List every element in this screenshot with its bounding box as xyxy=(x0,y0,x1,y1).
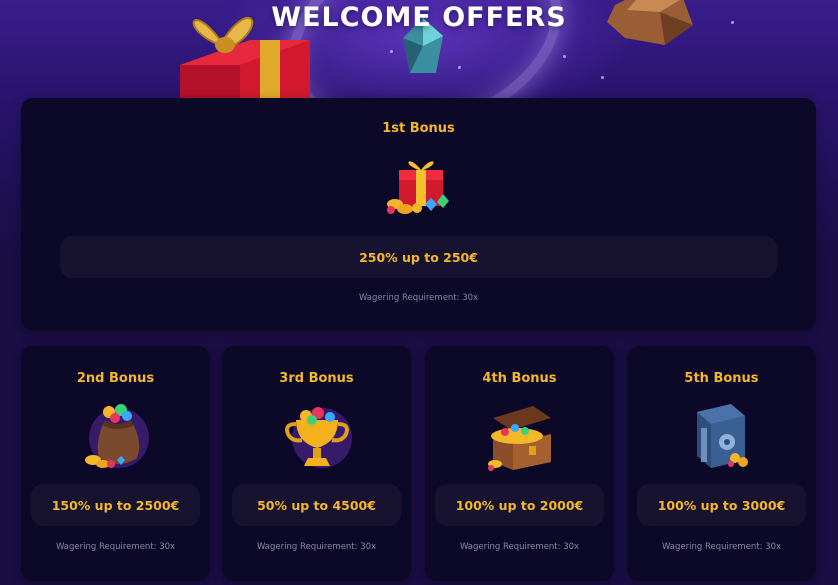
wagering-requirement: Wagering Requirement: 30x xyxy=(256,542,377,552)
safe-icon xyxy=(697,404,748,468)
bonus-card-2: 2nd Bonus 150% up to 2500€ Wagering Requ… xyxy=(21,346,210,581)
bonus-card-5: 5th Bonus 100% up to 3000€ Wagering Requ… xyxy=(627,346,816,581)
bonus-offer: 50% up to 4500€ xyxy=(232,484,401,526)
wagering-requirement: Wagering Requirement: 30x xyxy=(55,542,176,552)
wagering-requirement: Wagering Requirement: 30x xyxy=(661,542,782,552)
bonus-offer: 250% up to 250€ xyxy=(60,236,777,278)
wagering-requirement: Wagering Requirement: 30x xyxy=(358,293,479,303)
sparkle xyxy=(601,76,604,79)
page-title: WELCOME OFFERS xyxy=(271,2,567,33)
bonus-offer: 100% up to 3000€ xyxy=(637,484,806,526)
treasure-chest-icon xyxy=(488,406,551,471)
sparkle xyxy=(563,55,566,58)
bonus-title: 5th Bonus xyxy=(684,371,759,386)
bonus-title: 3rd Bonus xyxy=(279,371,354,386)
bonus-card-4: 4th Bonus 100% up to 2000€ Wagering Requ… xyxy=(425,346,614,581)
sparkle xyxy=(390,50,393,53)
bonus-title: 1st Bonus xyxy=(382,121,455,136)
bonus-title: 2nd Bonus xyxy=(76,371,155,386)
bonus-offer: 150% up to 2500€ xyxy=(31,484,200,526)
sparkle xyxy=(458,66,461,69)
bonus-offer: 100% up to 2000€ xyxy=(435,484,604,526)
gift-box-icon xyxy=(387,161,449,214)
bonus-title: 4th Bonus xyxy=(482,371,557,386)
bonus-card-1: 1st Bonus 250% up to 250€ Wagering Requi… xyxy=(21,98,816,330)
trophy-icon xyxy=(285,407,352,468)
wagering-requirement: Wagering Requirement: 30x xyxy=(459,542,580,552)
coin-bag-icon xyxy=(85,404,149,468)
bonus-card-3: 3rd Bonus 50% up to 4500€ Wagering Requi… xyxy=(222,346,411,581)
